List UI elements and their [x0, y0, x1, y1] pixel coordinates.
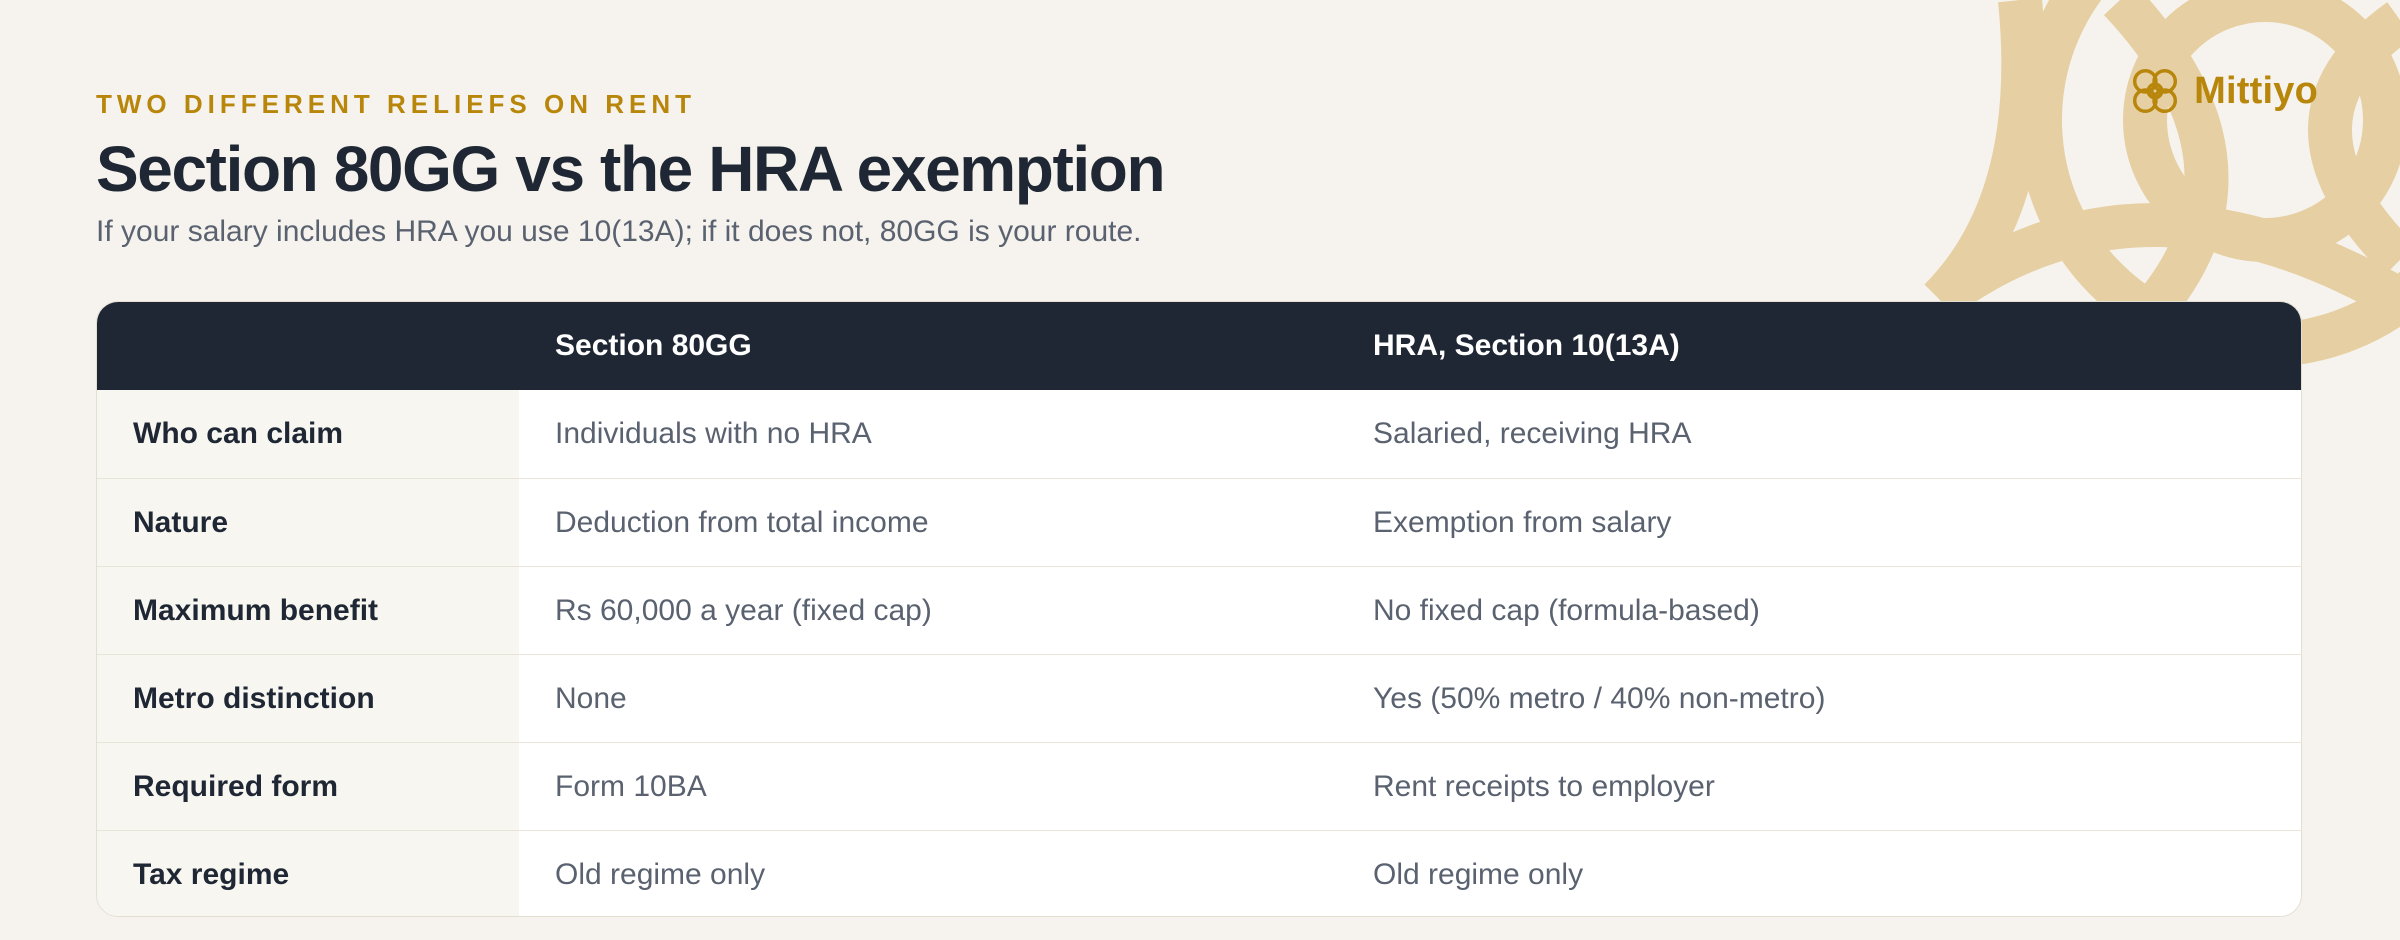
column-header-hra: HRA, Section 10(13A)	[1373, 329, 1680, 362]
row-label: Who can claim	[133, 417, 344, 450]
table-row: Who can claim Individuals with no HRA Sa…	[97, 390, 2301, 478]
cell-80gg: Individuals with no HRA	[519, 390, 1337, 478]
cell-80gg: None	[519, 655, 1337, 742]
table-row: Maximum benefit Rs 60,000 a year (fixed …	[97, 566, 2301, 654]
value-80gg: Deduction from total income	[555, 505, 929, 539]
comparison-table: Section 80GG HRA, Section 10(13A) Who ca…	[96, 301, 2302, 917]
table-row: Metro distinction None Yes (50% metro / …	[97, 654, 2301, 742]
value-80gg: None	[555, 681, 627, 715]
cell-hra: Rent receipts to employer	[1337, 743, 2301, 830]
page-subtitle: If your salary includes HRA you use 10(1…	[96, 215, 1142, 248]
row-label: Tax regime	[133, 857, 290, 891]
page: Mittiyo TWO DIFFERENT RELIEFS ON RENT Se…	[0, 0, 2400, 940]
eyebrow: TWO DIFFERENT RELIEFS ON RENT	[96, 89, 696, 119]
column-header-80gg: Section 80GG	[555, 329, 752, 362]
row-label-cell: Nature	[97, 479, 519, 566]
brand[interactable]: Mittiyo	[2126, 62, 2318, 120]
row-label-cell: Who can claim	[97, 390, 519, 478]
header: TWO DIFFERENT RELIEFS ON RENT Section 80…	[96, 88, 1696, 252]
row-label: Required form	[133, 769, 339, 803]
value-hra: Exemption from salary	[1373, 505, 1672, 539]
brand-name: Mittiyo	[2194, 69, 2318, 112]
row-label: Maximum benefit	[133, 593, 379, 627]
table-row: Nature Deduction from total income Exemp…	[97, 478, 2301, 566]
value-hra: Old regime only	[1373, 857, 1584, 891]
row-label: Metro distinction	[133, 681, 375, 715]
value-hra: Yes (50% metro / 40% non-metro)	[1373, 681, 1826, 715]
cell-80gg: Old regime only	[519, 831, 1337, 916]
value-80gg: Old regime only	[555, 857, 766, 891]
row-label-cell: Metro distinction	[97, 655, 519, 742]
cell-80gg: Deduction from total income	[519, 479, 1337, 566]
cell-80gg: Rs 60,000 a year (fixed cap)	[519, 567, 1337, 654]
table-header-row: Section 80GG HRA, Section 10(13A)	[97, 302, 2301, 390]
page-title: Section 80GG vs the HRA exemption	[96, 133, 1166, 205]
value-hra: Rent receipts to employer	[1373, 769, 1715, 803]
cell-hra: Exemption from salary	[1337, 479, 2301, 566]
row-label-cell: Maximum benefit	[97, 567, 519, 654]
table-body: Who can claim Individuals with no HRA Sa…	[97, 390, 2301, 916]
cell-hra: Old regime only	[1337, 831, 2301, 916]
value-80gg: Form 10BA	[555, 769, 707, 803]
value-hra: No fixed cap (formula-based)	[1373, 593, 1760, 627]
row-label-cell: Required form	[97, 743, 519, 830]
value-80gg: Rs 60,000 a year (fixed cap)	[555, 593, 932, 627]
table-row: Required form Form 10BA Rent receipts to…	[97, 742, 2301, 830]
row-label-cell: Tax regime	[97, 831, 519, 916]
table-row: Tax regime Old regime only Old regime on…	[97, 830, 2301, 916]
knot-logo-icon	[2133, 68, 2178, 114]
value-80gg: Individuals with no HRA	[555, 417, 872, 450]
cell-hra: Yes (50% metro / 40% non-metro)	[1337, 655, 2301, 742]
cell-hra: Salaried, receiving HRA	[1337, 390, 2301, 478]
cell-80gg: Form 10BA	[519, 743, 1337, 830]
value-hra: Salaried, receiving HRA	[1373, 417, 1692, 450]
row-label: Nature	[133, 505, 229, 539]
cell-hra: No fixed cap (formula-based)	[1337, 567, 2301, 654]
header-cell-hra: HRA, Section 10(13A)	[1337, 329, 2301, 363]
header-cell-section-80gg: Section 80GG	[519, 329, 1337, 363]
